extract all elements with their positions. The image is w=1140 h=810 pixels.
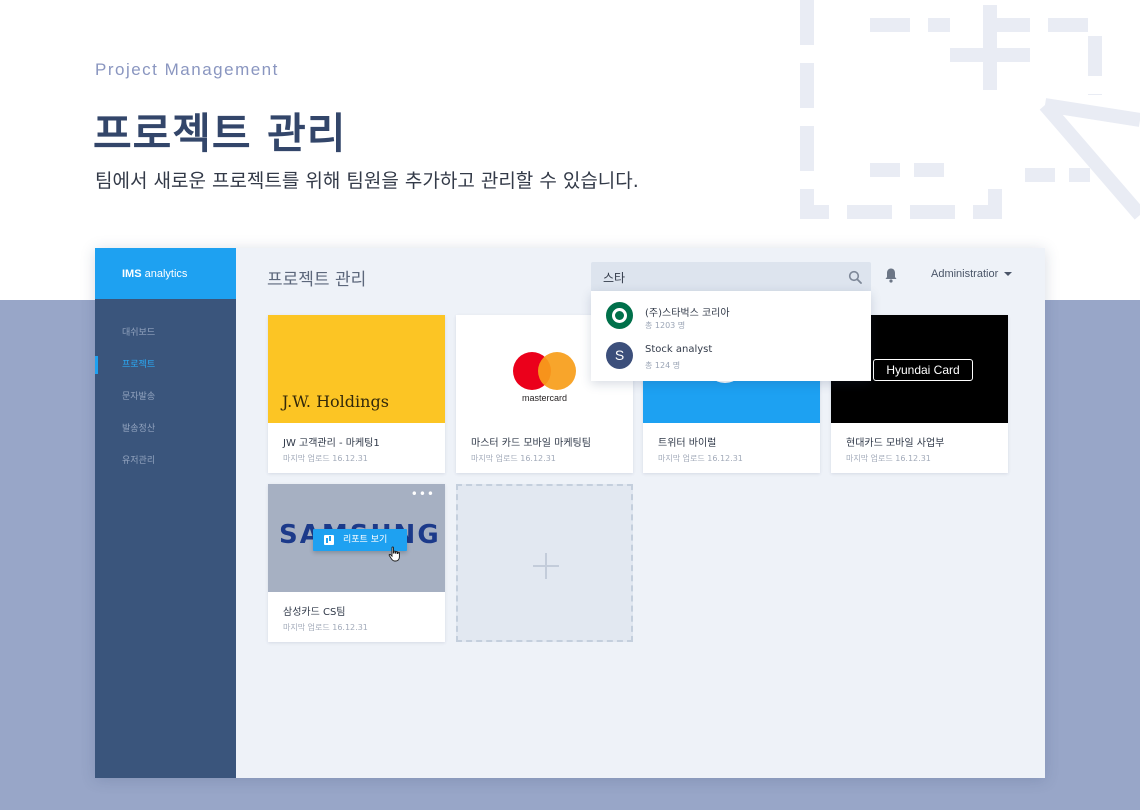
hero-description: 팀에서 새로운 프로젝트를 위해 팀원을 추가하고 관리할 수 있습니다. xyxy=(95,170,639,192)
hand-cursor-icon xyxy=(388,546,400,562)
project-card-jw[interactable]: J.W. Holdings JW 고객관리 - 마케팅1 마지막 업로드 16.… xyxy=(268,315,445,473)
project-last-upload: 마지막 업로드 16.12.31 xyxy=(283,454,368,463)
sidebar: IMS analytics 대쉬보드 프로젝트 문자발송 발송정산 유저관리 xyxy=(95,248,236,778)
sidebar-item-billing[interactable]: 발송정산 xyxy=(95,413,236,445)
brand-name: IMS xyxy=(122,268,142,280)
view-report-label: 리포트 보기 xyxy=(343,535,388,545)
search-result-count: 총 124 명 xyxy=(645,361,681,370)
app-window: IMS analytics 대쉬보드 프로젝트 문자발송 발송정산 유저관리 프… xyxy=(95,248,1045,778)
sidebar-item-projects[interactable]: 프로젝트 xyxy=(95,349,236,381)
hero-title: 프로젝트 관리 xyxy=(93,109,347,158)
mastercard-wordmark: mastercard xyxy=(521,393,567,403)
plus-icon xyxy=(533,553,559,579)
project-name: 현대카드 모바일 사업부 xyxy=(846,438,945,449)
hyundai-card-logo: Hyundai Card xyxy=(873,359,973,381)
sidebar-item-sms[interactable]: 문자발송 xyxy=(95,381,236,413)
project-last-upload: 마지막 업로드 16.12.31 xyxy=(283,623,368,632)
project-last-upload: 마지막 업로드 16.12.31 xyxy=(846,454,931,463)
letter-avatar-icon: S xyxy=(606,342,633,369)
project-name: 마스터 카드 모바일 마케팅팀 xyxy=(471,438,591,449)
project-thumbnail: J.W. Holdings xyxy=(268,315,445,423)
sidebar-item-dashboard[interactable]: 대쉬보드 xyxy=(95,317,236,349)
project-thumbnail: SAMSUNG ••• 리포트 보기 xyxy=(268,484,445,592)
project-name: JW 고객관리 - 마케팅1 xyxy=(283,438,380,449)
search-result-name: (주)스타벅스 코리아 xyxy=(645,308,730,319)
starbucks-logo-icon xyxy=(606,302,633,329)
search-result-item[interactable]: (주)스타벅스 코리아 총 1203 명 xyxy=(591,296,871,336)
more-options-icon[interactable]: ••• xyxy=(411,488,435,500)
page-title: 프로젝트 관리 xyxy=(267,270,367,290)
search-result-item[interactable]: S Stock analyst 총 124 명 xyxy=(591,336,871,376)
cursor-illustration-icon xyxy=(800,0,1140,220)
project-name: 트위터 바이럴 xyxy=(658,438,717,449)
brand-suffix: analytics xyxy=(141,268,188,280)
sidebar-item-users[interactable]: 유저관리 xyxy=(95,445,236,477)
user-name: Administratior xyxy=(931,268,999,280)
search-result-count: 총 1203 명 xyxy=(645,321,686,330)
search-value: 스타 xyxy=(603,271,626,285)
user-menu[interactable]: Administratior xyxy=(931,268,1013,280)
brand-logo[interactable]: IMS analytics xyxy=(95,248,236,299)
jw-holdings-logo: J.W. Holdings xyxy=(282,392,389,411)
chart-icon xyxy=(324,535,334,545)
hero-subtitle: Project Management xyxy=(95,60,279,79)
search-input[interactable]: 스타 xyxy=(591,262,871,292)
project-last-upload: 마지막 업로드 16.12.31 xyxy=(471,454,556,463)
search-icon[interactable] xyxy=(848,270,862,284)
search-results-dropdown: (주)스타벅스 코리아 총 1203 명 S Stock analyst 총 1… xyxy=(591,291,871,381)
project-name: 삼성카드 CS팀 xyxy=(283,607,346,618)
add-project-button[interactable] xyxy=(456,484,633,642)
project-card-samsung[interactable]: SAMSUNG ••• 리포트 보기 삼성카드 CS팀 마지막 업로드 16.1… xyxy=(268,484,445,642)
bell-icon[interactable] xyxy=(884,267,898,283)
sidebar-nav: 대쉬보드 프로젝트 문자발송 발송정산 유저관리 xyxy=(95,317,236,477)
search-result-name: Stock analyst xyxy=(645,344,713,355)
chevron-down-icon xyxy=(1004,272,1013,277)
project-last-upload: 마지막 업로드 16.12.31 xyxy=(658,454,743,463)
